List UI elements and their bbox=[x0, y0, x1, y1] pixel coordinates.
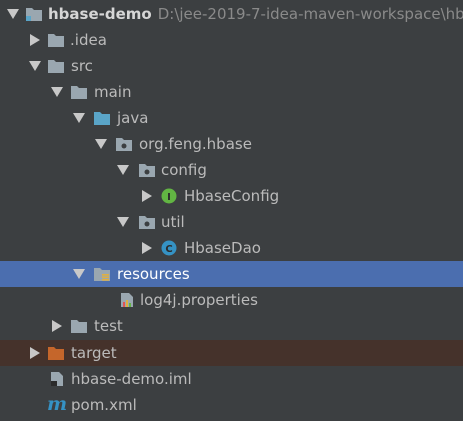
collapse-arrow-icon[interactable] bbox=[142, 190, 152, 202]
tree-item-label: .idea bbox=[70, 31, 107, 49]
tree-item-label: org.feng.hbase bbox=[139, 135, 252, 153]
package-icon bbox=[138, 162, 156, 178]
package-icon bbox=[115, 136, 133, 152]
folder-icon bbox=[47, 32, 65, 48]
tree-item-java[interactable]: java bbox=[0, 105, 463, 131]
tree-item-iml[interactable]: hbase-demo.iml bbox=[0, 366, 463, 392]
tree-item-label: log4j.properties bbox=[140, 291, 258, 309]
expand-arrow-icon[interactable] bbox=[117, 217, 129, 227]
tree-item-label: target bbox=[71, 344, 117, 362]
package-icon bbox=[138, 214, 156, 230]
tree-item-label: HbaseDao bbox=[184, 239, 261, 257]
tree-item-label: config bbox=[161, 161, 207, 179]
interface-icon: I bbox=[161, 188, 179, 204]
maven-icon: m bbox=[47, 393, 68, 415]
tree-item-log4j[interactable]: log4j.properties bbox=[0, 287, 463, 313]
expand-arrow-icon[interactable] bbox=[73, 269, 85, 279]
properties-file-icon bbox=[118, 292, 136, 308]
tree-item-package[interactable]: org.feng.hbase bbox=[0, 131, 463, 157]
expand-arrow-icon[interactable] bbox=[7, 9, 19, 19]
excluded-folder-icon bbox=[47, 345, 65, 361]
tree-item-label: pom.xml bbox=[71, 396, 137, 414]
tree-item-label: hbase-demo.iml bbox=[71, 370, 192, 388]
tree-item-label: test bbox=[94, 317, 123, 335]
tree-item-main[interactable]: main bbox=[0, 79, 463, 105]
folder-icon bbox=[70, 84, 88, 100]
tree-item-util[interactable]: util bbox=[0, 209, 463, 235]
tree-item-hbase-demo[interactable]: hbase-demo D:\jee-2019-7-idea-maven-works… bbox=[0, 1, 463, 27]
module-file-icon bbox=[48, 371, 66, 387]
collapse-arrow-icon[interactable] bbox=[52, 320, 62, 332]
source-folder-icon bbox=[93, 110, 111, 126]
tree-item-src[interactable]: src bbox=[0, 53, 463, 79]
tree-item-resources[interactable]: resources bbox=[0, 261, 463, 287]
tree-item-hbaseconfig[interactable]: I HbaseConfig bbox=[0, 183, 463, 209]
tree-item-idea[interactable]: .idea bbox=[0, 27, 463, 53]
class-badge: C bbox=[165, 244, 172, 255]
collapse-arrow-icon[interactable] bbox=[142, 242, 152, 254]
tree-item-label: java bbox=[117, 109, 149, 127]
tree-item-label: src bbox=[71, 57, 93, 75]
collapse-arrow-icon[interactable] bbox=[30, 347, 40, 359]
expand-arrow-icon[interactable] bbox=[73, 113, 85, 123]
tree-item-config[interactable]: config bbox=[0, 157, 463, 183]
class-icon: C bbox=[161, 240, 179, 256]
tree-item-target[interactable]: target bbox=[0, 340, 463, 366]
interface-badge: I bbox=[167, 192, 171, 203]
collapse-arrow-icon[interactable] bbox=[30, 34, 40, 46]
tree-item-label: HbaseConfig bbox=[184, 187, 280, 205]
folder-icon bbox=[70, 318, 88, 334]
tree-item-pom[interactable]: m pom.xml bbox=[0, 392, 463, 418]
tree-item-test[interactable]: test bbox=[0, 313, 463, 339]
tree-item-label: hbase-demo D:\jee-2019-7-idea-maven-works… bbox=[48, 5, 463, 23]
tree-item-label: util bbox=[161, 213, 185, 231]
tree-item-label: main bbox=[94, 83, 132, 101]
folder-icon bbox=[47, 58, 65, 74]
module-folder-icon bbox=[25, 6, 43, 22]
expand-arrow-icon[interactable] bbox=[29, 61, 41, 71]
tree-item-label: resources bbox=[117, 265, 190, 283]
expand-arrow-icon[interactable] bbox=[117, 165, 129, 175]
expand-arrow-icon[interactable] bbox=[51, 87, 63, 97]
expand-arrow-icon[interactable] bbox=[95, 139, 107, 149]
tree-item-hbasedao[interactable]: C HbaseDao bbox=[0, 235, 463, 261]
resources-folder-icon bbox=[93, 266, 111, 282]
project-tree: hbase-demo D:\jee-2019-7-idea-maven-works… bbox=[0, 0, 463, 421]
